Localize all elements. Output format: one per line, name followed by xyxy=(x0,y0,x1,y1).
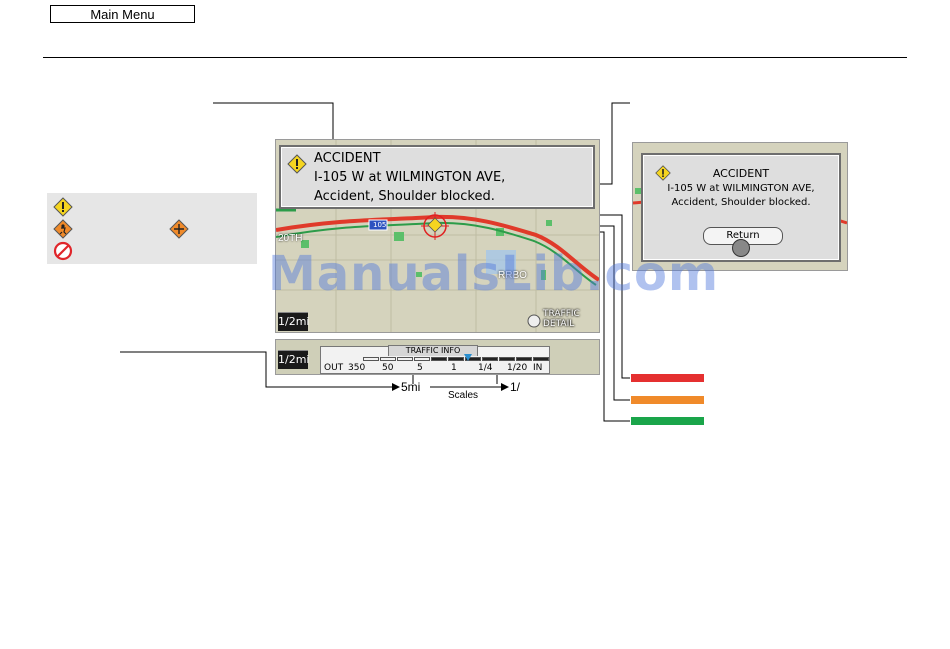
incident-title: ACCIDENT xyxy=(314,151,381,166)
callout-line-popup xyxy=(213,102,334,144)
incident-description-small: Accident, Shoulder blocked. xyxy=(671,197,811,208)
traffic-scale-segment xyxy=(482,357,498,361)
traffic-scale-segment xyxy=(448,357,464,361)
traffic-scale-segment xyxy=(414,357,430,361)
traffic-scale-segment xyxy=(516,357,532,361)
incident-popup: ACCIDENT I-105 W at WILMINGTON AVE, Acci… xyxy=(279,145,595,209)
road-shield-label: 105 xyxy=(373,221,387,229)
scale-left-value: 5mi xyxy=(401,380,421,394)
traffic-tick-1: 1 xyxy=(451,363,457,373)
traffic-tick-350: 350 xyxy=(348,363,366,373)
traffic-detail-line1: TRAFFIC xyxy=(543,309,580,319)
traffic-tick-quarter: 1/4 xyxy=(478,363,493,373)
traffic-scale-segment xyxy=(533,357,549,361)
scale-position-marker-icon xyxy=(464,354,472,361)
incident-icon-legend xyxy=(47,193,257,264)
traffic-detail-line2: DETAIL xyxy=(543,319,575,329)
map-screen-main: 105 20TH RRBO ACCIDENT I-105 W at WILMIN… xyxy=(275,139,600,333)
traffic-in-label: IN xyxy=(533,363,543,373)
arrow-head-scale xyxy=(392,383,400,391)
traffic-moderate-swatch xyxy=(631,396,704,404)
traffic-scale-segment xyxy=(380,357,396,361)
traffic-scale-badge[interactable]: 1/2mi xyxy=(278,350,309,369)
traffic-scale-segment xyxy=(499,357,515,361)
watermark: ManualsLib.com xyxy=(268,246,719,302)
detour-icon xyxy=(169,219,189,239)
map-scale-badge[interactable]: 1/2mi xyxy=(278,312,309,331)
traffic-info-bar: 1/2mi TRAFFIC INFO OUT 350 50 5 1 1/4 1/… xyxy=(275,339,600,375)
incident-location: I-105 W at WILMINGTON AVE, xyxy=(314,170,506,185)
incident-description: Accident, Shoulder blocked. xyxy=(314,189,495,204)
traffic-free-swatch xyxy=(631,417,704,425)
traffic-heavy-swatch xyxy=(631,374,704,382)
construction-icon xyxy=(53,219,73,239)
incident-title-small: ACCIDENT xyxy=(712,167,770,180)
arrow-head-scale-right xyxy=(501,383,509,391)
traffic-tick-twentieth: 1/20 xyxy=(507,363,528,373)
traffic-tick-5: 5 xyxy=(417,363,423,373)
traffic-detail-button[interactable]: TRAFFIC DETAIL xyxy=(543,309,580,329)
traffic-scale-segment xyxy=(363,357,379,361)
road-closed-icon xyxy=(53,241,73,261)
traffic-tick-50: 50 xyxy=(382,363,394,373)
selector-knob xyxy=(732,239,750,257)
traffic-scale-segment xyxy=(397,357,413,361)
incident-location-small: I-105 W at WILMINGTON AVE, xyxy=(667,183,815,194)
scale-right-value: 1/ xyxy=(510,380,521,394)
traffic-out-label: OUT xyxy=(324,363,344,373)
incident-warning-icon xyxy=(287,154,307,174)
traffic-scale-segment xyxy=(431,357,447,361)
scales-caption: Scales xyxy=(448,390,479,401)
street-label-20th: 20TH xyxy=(278,233,303,244)
incident-warning-icon xyxy=(53,197,73,217)
traffic-info-panel: TRAFFIC INFO OUT 350 50 5 1 1/4 1/20 IN xyxy=(320,345,550,374)
